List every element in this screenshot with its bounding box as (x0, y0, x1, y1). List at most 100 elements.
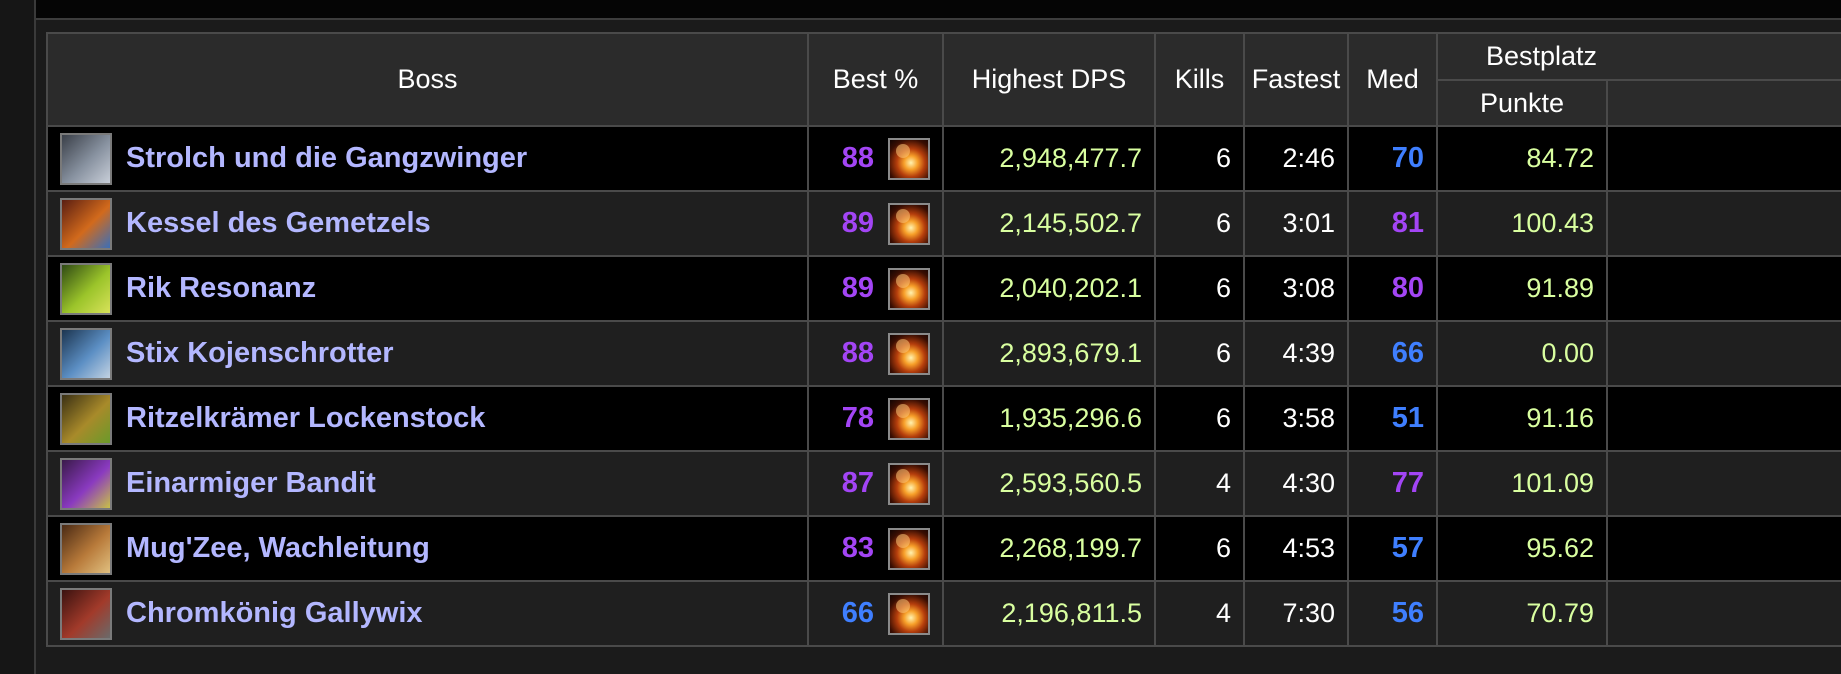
boss-cell: Rik Resonanz (46, 255, 809, 322)
boss-portrait-icon[interactable] (60, 587, 112, 640)
fire-spell-icon[interactable] (888, 267, 930, 310)
punkte-value: 70.79 (1436, 580, 1608, 647)
highest-dps-value: 2,196,811.5 (942, 580, 1156, 647)
rankings-table-container: Boss Best % Highest DPS Kills Fastest Me… (46, 32, 1841, 674)
fire-spell-icon[interactable] (888, 202, 930, 245)
boss-cell: Einarmiger Bandit (46, 450, 809, 517)
header-boss[interactable]: Boss (46, 32, 809, 127)
extra-cell (1606, 320, 1841, 387)
best-percent-value: 87 (841, 467, 874, 499)
highest-dps-value: 1,935,296.6 (942, 385, 1156, 452)
table-row[interactable]: Chromkönig Gallywix 66 2,196,811.5 4 7:30 56 7… (46, 580, 1841, 647)
header-highest-dps[interactable]: Highest DPS (942, 32, 1156, 127)
best-percent-value: 88 (841, 337, 874, 369)
best-percent-content: 89 (821, 202, 930, 245)
boss-name-link[interactable]: Einarmiger Bandit (126, 467, 376, 500)
boss-cell: Kessel des Gemetzels (46, 190, 809, 257)
boss-cell: Stix Kojenschrotter (46, 320, 809, 387)
boss-name-link[interactable]: Rik Resonanz (126, 272, 316, 305)
table-row[interactable]: Mug'Zee, Wachleitung 83 2,268,199.7 6 4:53 57… (46, 515, 1841, 582)
highest-dps-value: 2,040,202.1 (942, 255, 1156, 322)
header-kills[interactable]: Kills (1154, 32, 1245, 127)
kills-value: 6 (1154, 125, 1245, 192)
med-value: 57 (1347, 515, 1438, 582)
rankings-table: Boss Best % Highest DPS Kills Fastest Me… (46, 32, 1841, 647)
header-best-percent[interactable]: Best % (807, 32, 944, 127)
best-percent-cell: 83 (807, 515, 944, 582)
punkte-value: 95.62 (1436, 515, 1608, 582)
boss-portrait-icon[interactable] (60, 132, 112, 185)
best-percent-cell: 89 (807, 255, 944, 322)
boss-name-link[interactable]: Strolch und die Gangzwinger (126, 142, 527, 175)
fastest-value: 3:01 (1243, 190, 1349, 257)
punkte-value: 91.16 (1436, 385, 1608, 452)
fire-spell-icon[interactable] (888, 137, 930, 180)
best-percent-cell: 87 (807, 450, 944, 517)
extra-cell (1606, 580, 1841, 647)
boss-cell: Chromkönig Gallywix (46, 580, 809, 647)
boss-name-link[interactable]: Stix Kojenschrotter (126, 337, 394, 370)
best-percent-content: 87 (821, 462, 930, 505)
boss-name-link[interactable]: Chromkönig Gallywix (126, 597, 423, 630)
kills-value: 6 (1154, 190, 1245, 257)
extra-cell (1606, 255, 1841, 322)
header-extra (1606, 79, 1841, 127)
table-row[interactable]: Ritzelkrämer Lockenstock 78 1,935,296.6 6 3:… (46, 385, 1841, 452)
med-value: 70 (1347, 125, 1438, 192)
header-punkte[interactable]: Punkte (1436, 79, 1608, 127)
boss-name-link[interactable]: Kessel des Gemetzels (126, 207, 431, 240)
best-percent-content: 66 (821, 592, 930, 635)
extra-cell (1606, 190, 1841, 257)
fire-spell-icon[interactable] (888, 397, 930, 440)
boss-cell-content: Stix Kojenschrotter (60, 327, 795, 380)
kills-value: 6 (1154, 255, 1245, 322)
boss-cell-content: Kessel des Gemetzels (60, 197, 795, 250)
fire-spell-icon[interactable] (888, 592, 930, 635)
boss-cell-content: Ritzelkrämer Lockenstock (60, 392, 795, 445)
punkte-value: 0.00 (1436, 320, 1608, 387)
boss-portrait-icon[interactable] (60, 197, 112, 250)
boss-cell: Strolch und die Gangzwinger (46, 125, 809, 192)
header-med[interactable]: Med (1347, 32, 1438, 127)
rankings-rows: Strolch und die Gangzwinger 88 2,948,477.7… (46, 125, 1841, 647)
boss-portrait-icon[interactable] (60, 327, 112, 380)
fire-spell-icon[interactable] (888, 332, 930, 375)
boss-portrait-icon[interactable] (60, 262, 112, 315)
boss-portrait-icon[interactable] (60, 457, 112, 510)
kills-value: 6 (1154, 320, 1245, 387)
fastest-value: 4:53 (1243, 515, 1349, 582)
kills-value: 6 (1154, 385, 1245, 452)
fastest-value: 7:30 (1243, 580, 1349, 647)
fire-spell-icon[interactable] (888, 527, 930, 570)
punkte-value: 84.72 (1436, 125, 1608, 192)
header-fastest[interactable]: Fastest (1243, 32, 1349, 127)
boss-portrait-icon[interactable] (60, 522, 112, 575)
best-percent-cell: 66 (807, 580, 944, 647)
table-row[interactable]: Stix Kojenschrotter 88 2,893,679.1 6 4:39 66 0… (46, 320, 1841, 387)
extra-cell (1606, 515, 1841, 582)
table-row[interactable]: Einarmiger Bandit 87 2,593,560.5 4 4:30 77 101… (46, 450, 1841, 517)
table-row[interactable]: Rik Resonanz 89 2,040,202.1 6 3:08 80 91.89 (46, 255, 1841, 322)
best-percent-cell: 78 (807, 385, 944, 452)
extra-cell (1606, 450, 1841, 517)
boss-cell: Mug'Zee, Wachleitung (46, 515, 809, 582)
best-percent-value: 78 (841, 402, 874, 434)
best-percent-content: 89 (821, 267, 930, 310)
best-percent-value: 83 (841, 532, 874, 564)
fastest-value: 4:30 (1243, 450, 1349, 517)
boss-name-link[interactable]: Mug'Zee, Wachleitung (126, 532, 430, 565)
fire-spell-icon[interactable] (888, 462, 930, 505)
highest-dps-value: 2,593,560.5 (942, 450, 1156, 517)
extra-cell (1606, 385, 1841, 452)
boss-name-link[interactable]: Ritzelkrämer Lockenstock (126, 402, 485, 435)
kills-value: 4 (1154, 580, 1245, 647)
table-row[interactable]: Kessel des Gemetzels 89 2,145,502.7 6 3:01 81… (46, 190, 1841, 257)
med-value: 77 (1347, 450, 1438, 517)
boss-cell-content: Mug'Zee, Wachleitung (60, 522, 795, 575)
boss-cell: Ritzelkrämer Lockenstock (46, 385, 809, 452)
kills-value: 6 (1154, 515, 1245, 582)
table-row[interactable]: Strolch und die Gangzwinger 88 2,948,477.7… (46, 125, 1841, 192)
fastest-value: 4:39 (1243, 320, 1349, 387)
best-percent-value: 89 (841, 207, 874, 239)
boss-portrait-icon[interactable] (60, 392, 112, 445)
